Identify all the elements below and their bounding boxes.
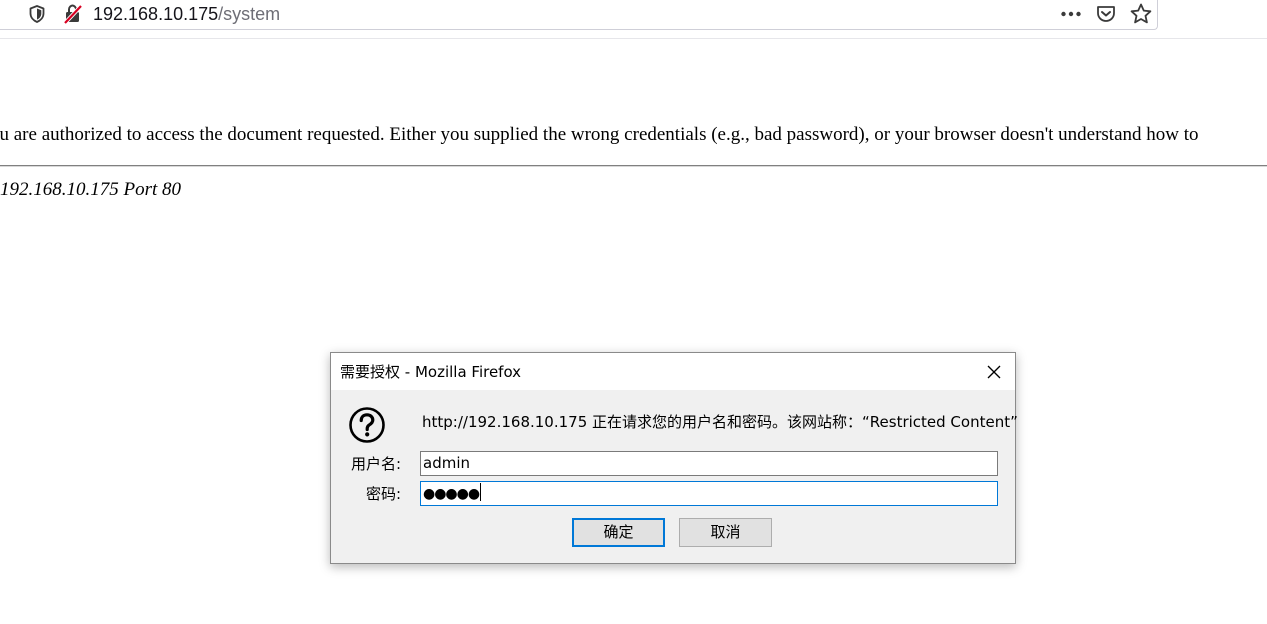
error-message-text: ou are authorized to access the document… bbox=[0, 124, 1199, 145]
address-bar[interactable]: 192.168.10.175/system bbox=[0, 0, 1158, 30]
bookmark-star-icon[interactable] bbox=[1129, 2, 1153, 26]
url-text[interactable]: 192.168.10.175/system bbox=[93, 3, 280, 25]
close-icon bbox=[987, 365, 1001, 379]
password-label: 密码: bbox=[365, 485, 401, 503]
text-caret bbox=[480, 483, 482, 501]
ok-button[interactable]: 确定 bbox=[572, 518, 665, 547]
dialog-titlebar[interactable]: 需要授权 - Mozilla Firefox bbox=[331, 353, 1015, 390]
url-path: /system bbox=[218, 4, 281, 24]
cancel-button[interactable]: 取消 bbox=[679, 518, 772, 547]
dialog-message: http://192.168.10.175 正在请求您的用户名和密码。该网站称：… bbox=[422, 413, 1018, 431]
username-field[interactable]: admin bbox=[420, 451, 998, 476]
password-value: ●●●●● bbox=[423, 486, 480, 502]
pocket-icon[interactable] bbox=[1095, 3, 1117, 25]
server-address: 192.168.10.175 Port 80 bbox=[0, 179, 182, 200]
close-button[interactable] bbox=[979, 357, 1009, 387]
insecure-connection-icon[interactable] bbox=[62, 3, 84, 25]
question-icon bbox=[349, 407, 385, 443]
username-label: 用户名: bbox=[350, 455, 401, 473]
horizontal-rule bbox=[0, 165, 1267, 167]
dialog-title: 需要授权 - Mozilla Firefox bbox=[340, 363, 522, 381]
auth-dialog: 需要授权 - Mozilla Firefox http://192.168.10… bbox=[330, 352, 1018, 564]
password-field[interactable]: ●●●●● bbox=[420, 481, 998, 506]
username-value: admin bbox=[423, 454, 470, 472]
url-host: 192.168.10.175 bbox=[93, 4, 219, 24]
toolbar-divider bbox=[0, 38, 1267, 39]
shield-icon[interactable] bbox=[27, 4, 47, 24]
more-actions-icon[interactable] bbox=[1059, 4, 1083, 24]
